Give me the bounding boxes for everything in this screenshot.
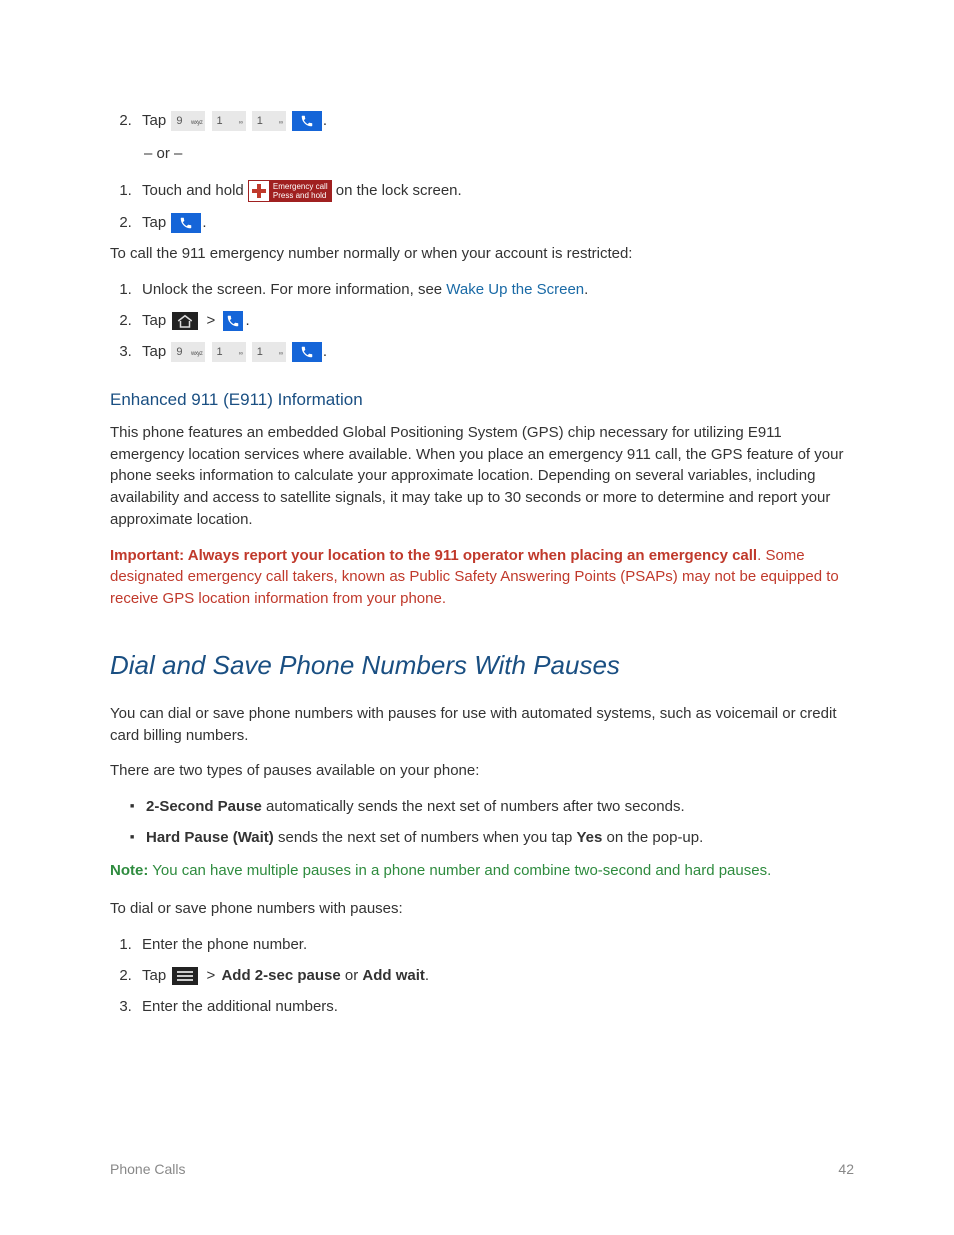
step-tap-home-phone: Tap > . [136, 310, 854, 331]
emergency-call-button-icon: Emergency callPress and hold [248, 180, 332, 202]
steps-dial-with-pauses: Enter the phone number. Tap > Add 2-sec … [110, 934, 854, 1017]
note-multiple-pauses: Note: You can have multiple pauses in a … [110, 860, 854, 882]
menu-button-icon [172, 967, 198, 985]
step-touch-hold-emergency: Touch and hold Emergency callPress and h… [136, 180, 854, 202]
step-tap-menu-add-pause: Tap > Add 2-sec pause or Add wait. [136, 965, 854, 986]
pauses-intro-2: There are two types of pauses available … [110, 760, 854, 782]
step-enter-additional: Enter the additional numbers. [136, 996, 854, 1017]
dialer-key-1: 1∞ [212, 111, 246, 131]
step-tap-call: Tap . [136, 212, 854, 233]
para-call-911-restricted: To call the 911 emergency number normall… [110, 243, 854, 265]
call-button-icon [171, 213, 201, 233]
bullet-hard-pause: Hard Pause (Wait) sends the next set of … [130, 827, 854, 848]
step-unlock-screen: Unlock the screen. For more information,… [136, 279, 854, 300]
dialer-key-1: 1∞ [252, 342, 286, 362]
wake-up-screen-link[interactable]: Wake Up the Screen [446, 281, 584, 298]
call-button-icon [292, 342, 322, 362]
red-cross-icon [249, 181, 269, 201]
e911-paragraph: This phone features an embedded Global P… [110, 422, 854, 531]
pauses-intro-1: You can dial or save phone numbers with … [110, 703, 854, 747]
e911-heading: Enhanced 911 (E911) Information [110, 390, 854, 410]
footer-page-number: 42 [838, 1161, 854, 1177]
step-dial-911: Tap 9wxyz 1∞ 1∞ . [136, 341, 854, 362]
home-button-icon [172, 312, 198, 330]
bullet-2sec-pause: 2-Second Pause automatically sends the n… [130, 796, 854, 817]
steps-call-911-normal: Unlock the screen. For more information,… [110, 279, 854, 362]
dialer-key-9: 9wxyz [171, 111, 205, 131]
dialer-key-9: 9wxyz [171, 342, 205, 362]
step-enter-number: Enter the phone number. [136, 934, 854, 955]
pauses-heading: Dial and Save Phone Numbers With Pauses [110, 650, 854, 681]
pause-types-list: 2-Second Pause automatically sends the n… [110, 796, 854, 848]
footer-section-title: Phone Calls [110, 1161, 186, 1177]
steps-emergency-lock-screen: Touch and hold Emergency callPress and h… [110, 180, 854, 233]
important-note: Important: Always report your location t… [110, 545, 854, 610]
call-button-icon [292, 111, 322, 131]
steps-dial-911-continue: Tap 9wxyz 1∞ 1∞ . [110, 110, 854, 131]
dialer-key-1: 1∞ [212, 342, 246, 362]
or-divider: – or – [144, 145, 854, 162]
dialer-key-1: 1∞ [252, 111, 286, 131]
step-tap-911: Tap 9wxyz 1∞ 1∞ . [136, 110, 854, 131]
pauses-howto-intro: To dial or save phone numbers with pause… [110, 898, 854, 920]
phone-app-icon [223, 311, 243, 331]
